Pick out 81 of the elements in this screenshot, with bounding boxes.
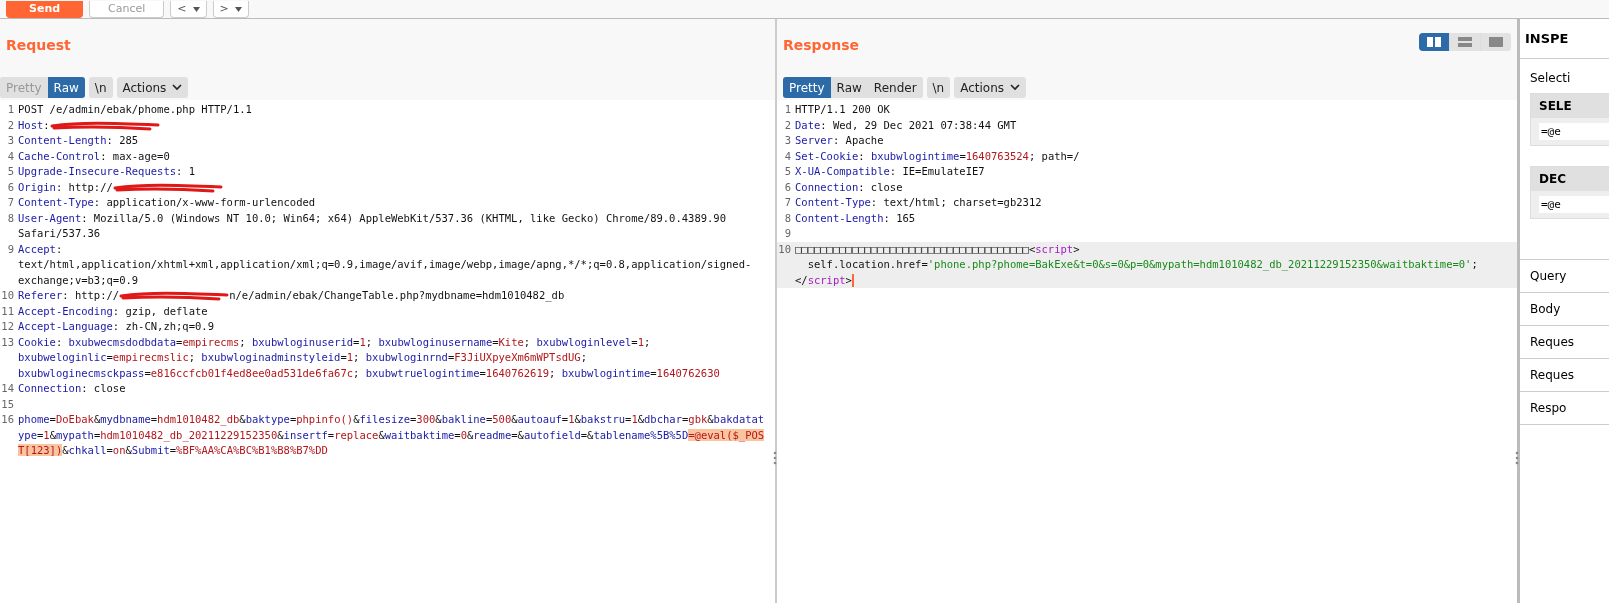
panel-title: Request xyxy=(6,37,71,53)
code-line: □□□□□□□□□□□□□□□□□□□□□□□□□□□□□□□□□□□□□<script> self.location.href='phone.php?phome=BakExe&t=0&s=0&p=0&mypath=hdm1010482_db_20211229152350&waitbaktime=0'; </script> xyxy=(795,241,1479,288)
chevron-down-icon xyxy=(172,84,183,91)
code-line: Content-Length: 165 xyxy=(795,210,917,226)
newline-toggle-button[interactable]: \n xyxy=(88,77,113,98)
code-line: Server: Apache xyxy=(795,133,885,148)
code-line: Content-Type: application/x-www-form-urlencoded xyxy=(18,195,317,210)
view-tab[interactable]: Pretty xyxy=(783,77,831,98)
code-line: Content-Length: 285 xyxy=(18,133,140,148)
card-title: SELE xyxy=(1531,94,1609,118)
code-line: Accept-Encoding: gzip, deflate xyxy=(18,303,209,319)
line-number: 7 xyxy=(783,195,792,210)
dropdown-arrow-icon xyxy=(192,6,200,12)
chevron-down-icon xyxy=(1010,84,1021,91)
dropdown-arrow-icon xyxy=(234,6,242,12)
code-line: Host: xyxy=(18,117,166,133)
card-title: DEC xyxy=(1531,167,1609,191)
inspector-title: INSPE xyxy=(1520,19,1609,59)
code-line: Accept-Language: zh-CN,zh;q=0.9 xyxy=(18,319,215,334)
line-number: 4 xyxy=(783,148,792,164)
back-button[interactable]: < xyxy=(170,1,207,18)
code-line: HTTP/1.1 200 OK xyxy=(795,102,891,117)
inspector-section[interactable]: Reques xyxy=(1520,326,1609,359)
line-number: 4 xyxy=(6,148,15,164)
forward-button[interactable]: > xyxy=(212,1,249,18)
code-line: Connection: close xyxy=(795,179,904,195)
code-line: Connection: close xyxy=(18,381,127,396)
line-number: 2 xyxy=(6,117,15,133)
view-tab[interactable]: Raw xyxy=(47,77,85,98)
line-number: 6 xyxy=(783,179,792,195)
line-number: 5 xyxy=(783,164,792,179)
card-value: =@e xyxy=(1539,123,1609,140)
code-line: POST /e/admin/ebak/phome.php HTTP/1.1 xyxy=(18,102,253,117)
inspector-section[interactable]: Body xyxy=(1520,293,1609,326)
line-number: 8 xyxy=(6,210,15,226)
panel-title: Response xyxy=(783,37,860,53)
line-number: 3 xyxy=(783,133,792,148)
selection-label: Selecti xyxy=(1530,71,1572,85)
line-number: 7 xyxy=(6,195,15,210)
code-line: Origin: http:// xyxy=(18,179,229,195)
line-number: 10 xyxy=(777,241,792,257)
line-number: 13 xyxy=(0,334,15,350)
inspector-section[interactable]: Reques xyxy=(1520,359,1609,392)
line-number: 12 xyxy=(0,319,15,334)
actions-dropdown[interactable]: Actions xyxy=(954,77,1027,98)
layout-toggle-button[interactable] xyxy=(1481,33,1511,51)
inspector-section[interactable]: Respo xyxy=(1520,392,1609,425)
code-line: X-UA-Compatible: IE=EmulateIE7 xyxy=(795,164,986,179)
code-line: Cache-Control: max-age=0 xyxy=(18,148,171,164)
line-number: 14 xyxy=(0,381,15,396)
line-number: 3 xyxy=(6,133,15,148)
line-number: 11 xyxy=(0,303,15,319)
line-number: 9 xyxy=(783,226,792,241)
rows-icon xyxy=(1458,37,1472,47)
code-line: Date: Wed, 29 Dec 2021 07:38:44 GMT xyxy=(795,117,1018,133)
code-line: Upgrade-Insecure-Requests: 1 xyxy=(18,164,196,179)
columns-icon xyxy=(1427,37,1441,47)
newline-toggle-button[interactable]: \n xyxy=(926,77,951,98)
line-number: 16 xyxy=(0,412,15,427)
line-number: 15 xyxy=(0,396,15,412)
code-line: Content-Type: text/html; charset=gb2312 xyxy=(795,195,1043,210)
drag-handle-icon[interactable] xyxy=(1515,451,1519,465)
drag-handle-icon[interactable] xyxy=(773,451,777,465)
line-number: 5 xyxy=(6,164,15,179)
line-number: 6 xyxy=(6,179,15,195)
actions-dropdown[interactable]: Actions xyxy=(116,77,189,98)
code-line: Set-Cookie: bxubwlogintime=1640763524; path=/ xyxy=(795,148,1081,164)
line-number: 2 xyxy=(783,117,792,133)
layout-toggle-button[interactable] xyxy=(1450,33,1480,51)
line-number: 8 xyxy=(783,210,792,226)
single-pane-icon xyxy=(1489,37,1503,47)
card-value: =@e xyxy=(1539,196,1609,213)
line-number: 1 xyxy=(783,102,792,117)
layout-toggle-button[interactable] xyxy=(1419,33,1449,51)
line-number: 9 xyxy=(6,241,15,257)
code-line: Cookie: bxubwecmsdodbdata=empirecms; bxubwloginuserid=1; bxubwloginusername=Kite; bxubwloginlevel=1; bxubweloginlic=empirecmslic; bxubwloginadminstyleid=1; bxubwloginrnd=F3JiUXpyeXm6mWPTsdUG; bxubwloginecmsckpass=e816ccfcb01f4ed8ee0ad531de6fa67c; bxubwtruelogintime=1640762619; bxubwlogintime=1640762630 xyxy=(18,334,721,381)
line-number: 1 xyxy=(6,102,15,117)
line-number: 10 xyxy=(0,288,15,303)
code-line: Referer: http:// n/e/admin/ebak/ChangeTable.php?mydbname=hdm1010482_db xyxy=(18,288,566,304)
code-line: User-Agent: Mozilla/5.0 (Windows NT 10.0; Win64; x64) AppleWebKit/537.36 (KHTML, like Gecko) Chrome/89.0.4389.90 Safari/537.36 xyxy=(18,210,727,241)
inspector-section[interactable]: Query xyxy=(1520,260,1609,293)
